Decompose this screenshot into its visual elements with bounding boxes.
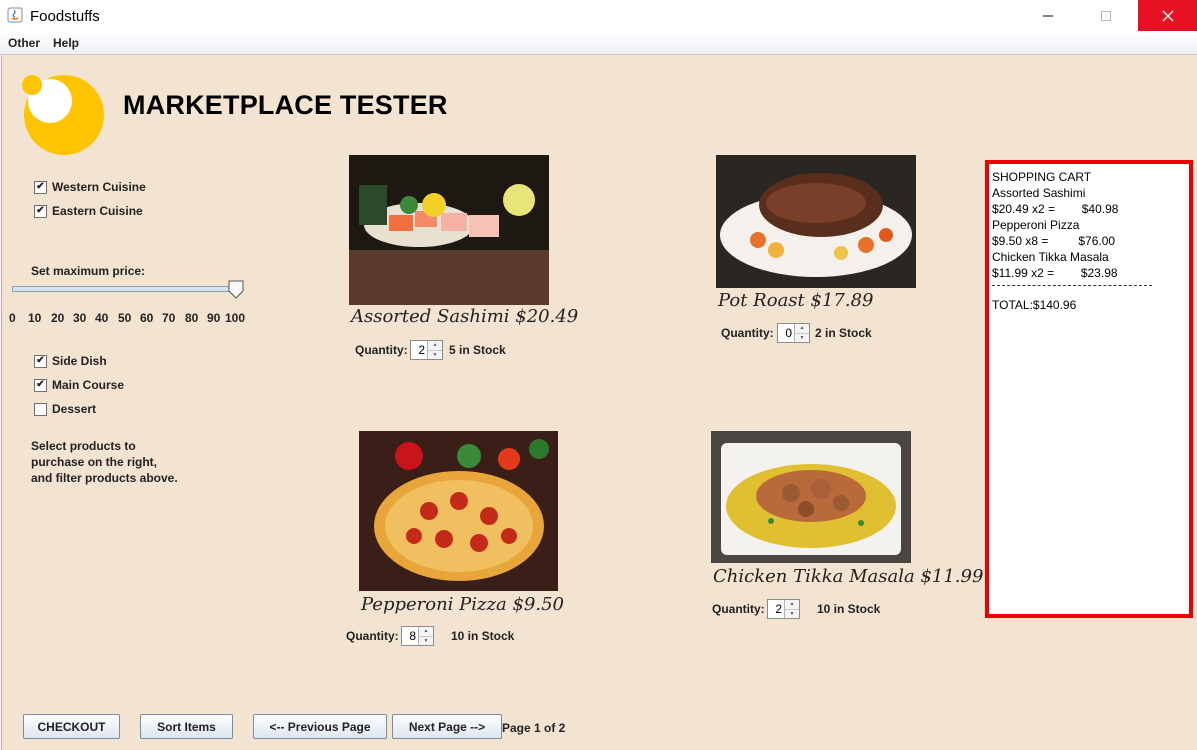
quantity-label: Quantity: <box>346 629 399 643</box>
slider-tick: 100 <box>225 311 246 325</box>
stock-label: 5 in Stock <box>449 343 506 357</box>
page-indicator: Page 1 of 2 <box>502 721 566 735</box>
checkbox-label: Side Dish <box>52 354 107 368</box>
quantity-spinner[interactable]: 0 ▲ ▼ <box>777 323 810 343</box>
quantity-value[interactable]: 2 <box>768 600 784 618</box>
product-name: Chicken Tikka Masala $11.99 <box>713 566 984 587</box>
spinner-down-icon[interactable]: ▼ <box>795 334 809 343</box>
spinner-down-icon[interactable]: ▼ <box>785 610 799 619</box>
spinner-down-icon[interactable]: ▼ <box>428 351 442 360</box>
checkbox-checked-icon: ✔ <box>34 204 47 218</box>
main-panel: MARKETPLACE TESTER ✔ Western Cuisine ✔ E… <box>1 55 1197 750</box>
spinner-up-icon[interactable]: ▲ <box>428 341 442 351</box>
pot-roast-image <box>716 155 916 288</box>
quantity-value[interactable]: 0 <box>778 324 794 342</box>
java-app-icon <box>7 7 23 23</box>
maximize-icon <box>1101 10 1111 21</box>
side-dish-checkbox[interactable]: ✔ Side Dish <box>34 354 107 368</box>
quantity-spinner[interactable]: 2 ▲ ▼ <box>410 340 443 360</box>
next-page-button[interactable]: Next Page --> <box>392 714 502 739</box>
menu-other[interactable]: Other <box>8 36 40 50</box>
slider-tick: 50 <box>118 311 132 325</box>
cart-divider <box>992 285 1152 286</box>
menu-help[interactable]: Help <box>53 36 79 50</box>
quantity-label: Quantity: <box>721 326 774 340</box>
checkbox-label: Western Cuisine <box>52 180 146 194</box>
slider-tick: 0 <box>9 311 16 325</box>
shopping-cart-panel: SHOPPING CART Assorted Sashimi $20.49 x2… <box>985 160 1193 618</box>
checkbox-label: Main Course <box>52 378 125 392</box>
stock-label: 10 in Stock <box>451 629 515 643</box>
eastern-cuisine-checkbox[interactable]: ✔ Eastern Cuisine <box>34 204 143 218</box>
cart-item-price: $9.50 x8 = $76.00 <box>992 234 1116 248</box>
cart-item-price: $11.99 x2 = $23.98 <box>992 266 1118 280</box>
spinner-down-icon[interactable]: ▼ <box>419 637 433 646</box>
checkbox-label: Eastern Cuisine <box>52 204 143 218</box>
quantity-value[interactable]: 2 <box>411 341 427 359</box>
slider-tick: 70 <box>162 311 176 325</box>
moon-logo-icon <box>22 75 104 155</box>
close-icon <box>1162 10 1173 21</box>
close-button[interactable] <box>1138 0 1197 31</box>
quantity-label: Quantity: <box>355 343 408 357</box>
quantity-spinner[interactable]: 8 ▲ ▼ <box>401 626 434 646</box>
slider-tick: 30 <box>73 311 87 325</box>
cart-total: TOTAL:$140.96 <box>992 298 1077 312</box>
checkbox-checked-icon: ✔ <box>34 354 47 368</box>
help-text: Select products to purchase on the right… <box>31 439 178 485</box>
quantity-label: Quantity: <box>712 602 765 616</box>
chicken-tikka-image <box>711 431 911 563</box>
previous-page-button[interactable]: <-- Previous Page <box>253 714 387 739</box>
product-name: Pepperoni Pizza $9.50 <box>361 594 564 615</box>
cart-title: SHOPPING CART <box>992 170 1092 184</box>
slider-thumb[interactable] <box>228 280 244 299</box>
quantity-spinner[interactable]: 2 ▲ ▼ <box>767 599 800 619</box>
window-title: Foodstuffs <box>30 8 100 25</box>
slider-tick: 10 <box>28 311 42 325</box>
slider-tick: 80 <box>185 311 199 325</box>
menu-bar: Other Help <box>0 32 1197 55</box>
cart-item-name: Assorted Sashimi <box>992 186 1086 200</box>
cart-item-price: $20.49 x2 = $40.98 <box>992 202 1119 216</box>
maximize-button[interactable] <box>1083 0 1129 31</box>
western-cuisine-checkbox[interactable]: ✔ Western Cuisine <box>34 180 146 194</box>
checkbox-checked-icon: ✔ <box>34 378 47 392</box>
slider-tick: 40 <box>95 311 109 325</box>
minimize-icon <box>1043 15 1053 16</box>
window-titlebar: Foodstuffs <box>0 0 1197 33</box>
checkbox-unchecked-icon <box>34 402 47 416</box>
stock-label: 10 in Stock <box>817 602 881 616</box>
checkbox-label: Dessert <box>52 402 97 416</box>
cart-item-name: Chicken Tikka Masala <box>992 250 1109 264</box>
slider-tick: 90 <box>207 311 221 325</box>
spinner-up-icon[interactable]: ▲ <box>419 627 433 637</box>
pepperoni-pizza-image <box>359 431 558 591</box>
minimize-button[interactable] <box>1025 0 1071 31</box>
dessert-checkbox[interactable]: Dessert <box>34 402 96 416</box>
stock-label: 2 in Stock <box>815 326 872 340</box>
checkbox-checked-icon: ✔ <box>34 180 47 194</box>
page-title: MARKETPLACE TESTER <box>123 90 448 120</box>
sashimi-image <box>349 155 549 305</box>
quantity-value[interactable]: 8 <box>402 627 418 645</box>
main-course-checkbox[interactable]: ✔ Main Course <box>34 378 124 392</box>
spinner-up-icon[interactable]: ▲ <box>795 324 809 334</box>
slider-tick: 60 <box>140 311 154 325</box>
cart-item-name: Pepperoni Pizza <box>992 218 1080 232</box>
product-name: Assorted Sashimi $20.49 <box>351 306 579 327</box>
product-name: Pot Roast $17.89 <box>718 290 874 311</box>
sort-items-button[interactable]: Sort Items <box>140 714 233 739</box>
price-label: Set maximum price: <box>31 264 146 278</box>
slider-tick: 20 <box>51 311 65 325</box>
price-slider-track[interactable] <box>12 286 240 292</box>
checkout-button[interactable]: CHECKOUT <box>23 714 120 739</box>
spinner-up-icon[interactable]: ▲ <box>785 600 799 610</box>
